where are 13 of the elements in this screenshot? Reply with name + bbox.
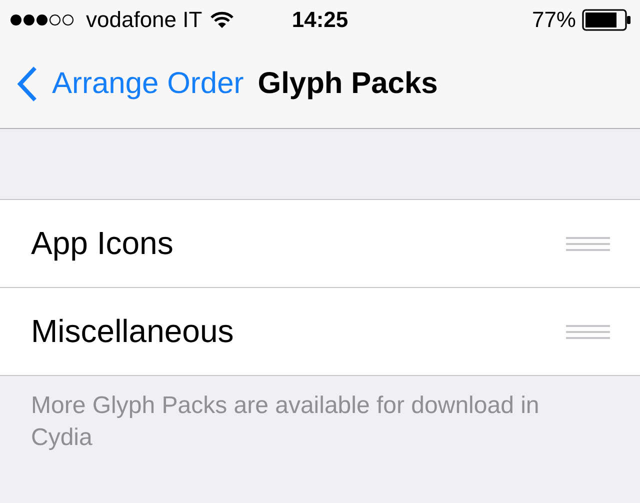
list-row[interactable]: Miscellaneous xyxy=(0,287,640,375)
battery-percentage: 77% xyxy=(532,7,576,33)
carrier-name: vodafone IT xyxy=(86,7,202,33)
back-chevron-icon xyxy=(16,66,38,102)
back-button[interactable]: Arrange Order xyxy=(16,66,244,102)
reorder-handle-icon[interactable] xyxy=(566,324,610,338)
wifi-icon xyxy=(210,11,234,29)
status-time: 14:25 xyxy=(292,7,348,33)
nav-title: Glyph Packs xyxy=(258,67,438,101)
battery-icon xyxy=(582,9,632,31)
reorder-handle-icon[interactable] xyxy=(566,236,610,250)
footer-note: More Glyph Packs are available for download in Cydia xyxy=(31,391,540,454)
list-row[interactable]: App Icons xyxy=(0,200,640,287)
